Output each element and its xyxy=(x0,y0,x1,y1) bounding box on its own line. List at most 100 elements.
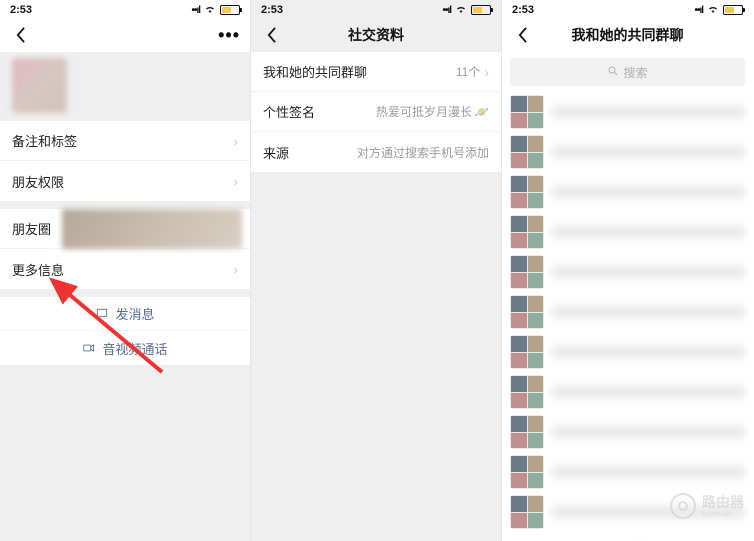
watermark-name: 路由器 xyxy=(702,495,744,509)
signal-icon: ••ıl xyxy=(694,5,703,16)
status-time: 2:53 xyxy=(512,4,534,16)
screen-profile: 2:53 ••ıl ••• 备注和标签 › 朋友权限 › 朋友圈 xyxy=(0,0,251,541)
group-name-blurred xyxy=(552,385,745,399)
group-name-blurred xyxy=(552,305,745,319)
cell-source: 来源 对方通过搜索手机号添加 xyxy=(251,132,501,172)
list-item[interactable] xyxy=(510,252,745,292)
cell-label: 朋友权限 xyxy=(12,172,64,191)
group-name-blurred xyxy=(552,425,745,439)
chat-bubble-icon xyxy=(95,307,109,321)
cell-group-moments: 朋友圈 › 更多信息 › xyxy=(0,209,250,289)
group-name-blurred xyxy=(552,105,745,119)
cell-value: 11个 xyxy=(456,63,480,80)
list-item[interactable] xyxy=(510,92,745,132)
signal-icon: ••ıl xyxy=(442,5,451,16)
cell-group-social: 我和她的共同群聊 11个 › 个性签名 热爱可抵岁月漫长 🪐 来源 对方通过搜索… xyxy=(251,52,501,172)
group-avatar xyxy=(510,255,544,289)
cell-value: 对方通过搜索手机号添加 xyxy=(357,144,489,161)
planet-icon: 🪐 xyxy=(474,105,489,119)
back-button[interactable] xyxy=(512,25,532,45)
group-avatar xyxy=(510,215,544,249)
group-avatar xyxy=(510,335,544,369)
video-call-button[interactable]: 音视频通话 xyxy=(0,331,250,365)
back-button[interactable] xyxy=(261,25,281,45)
group-avatar xyxy=(510,95,544,129)
group-name-blurred xyxy=(552,465,745,479)
group-name-blurred xyxy=(552,265,745,279)
group-name-blurred xyxy=(552,145,745,159)
list-item[interactable] xyxy=(510,332,745,372)
cell-label: 个性签名 xyxy=(263,102,315,121)
cell-signature[interactable]: 个性签名 热爱可抵岁月漫长 🪐 xyxy=(251,92,501,132)
group-avatar xyxy=(510,495,544,529)
group-avatar xyxy=(510,175,544,209)
chevron-right-icon: › xyxy=(233,261,238,277)
wifi-icon xyxy=(204,4,216,16)
group-avatar xyxy=(510,455,544,489)
cell-group-settings: 备注和标签 › 朋友权限 › xyxy=(0,121,250,201)
status-time: 2:53 xyxy=(261,4,283,16)
status-time: 2:53 xyxy=(10,4,32,16)
action-label: 音视频通话 xyxy=(102,339,167,358)
watermark: 路由器 luyouqi xyxy=(670,493,744,519)
group-avatar xyxy=(510,295,544,329)
video-icon xyxy=(82,341,96,355)
group-avatar xyxy=(510,415,544,449)
search-input[interactable]: 搜索 xyxy=(510,58,745,86)
battery-icon xyxy=(723,5,743,15)
chevron-right-icon: › xyxy=(484,64,489,80)
battery-icon xyxy=(220,5,240,15)
page-title: 社交资料 xyxy=(281,25,471,45)
group-name-blurred xyxy=(552,185,745,199)
action-group: 发消息 音视频通话 xyxy=(0,297,250,365)
chevron-right-icon: › xyxy=(233,133,238,149)
more-button[interactable]: ••• xyxy=(218,25,240,46)
list-item[interactable] xyxy=(510,452,745,492)
nav-bar: 我和她的共同群聊 xyxy=(502,18,753,52)
list-item[interactable] xyxy=(510,212,745,252)
cell-label: 来源 xyxy=(263,143,289,162)
watermark-sub: luyouqi xyxy=(702,509,744,518)
cell-more-info[interactable]: 更多信息 › xyxy=(0,249,250,289)
moments-thumbnail xyxy=(62,209,242,249)
group-count-footer: 11 个群聊 xyxy=(502,532,753,541)
screen-social-info: 2:53 ••ıl 社交资料 我和她的共同群聊 11个 › 个性签名 xyxy=(251,0,502,541)
wifi-icon xyxy=(707,4,719,16)
status-bar: 2:53 ••ıl xyxy=(0,0,250,18)
nav-bar: ••• xyxy=(0,18,250,52)
group-avatar xyxy=(510,375,544,409)
search-placeholder: 搜索 xyxy=(623,64,647,81)
nav-bar: 社交资料 xyxy=(251,18,501,52)
cell-label: 我和她的共同群聊 xyxy=(263,62,367,81)
search-icon xyxy=(607,65,619,80)
avatar[interactable] xyxy=(12,58,67,113)
wifi-icon xyxy=(455,4,467,16)
list-item[interactable] xyxy=(510,172,745,212)
list-item[interactable] xyxy=(510,292,745,332)
action-label: 发消息 xyxy=(115,304,154,323)
cell-common-groups[interactable]: 我和她的共同群聊 11个 › xyxy=(251,52,501,92)
send-message-button[interactable]: 发消息 xyxy=(0,297,250,331)
cell-label: 更多信息 xyxy=(12,260,64,279)
back-button[interactable] xyxy=(10,25,30,45)
status-bar: 2:53 ••ıl xyxy=(502,0,753,18)
screen-group-list: 2:53 ••ıl 我和她的共同群聊 搜索 11 个群聊 xyxy=(502,0,753,541)
status-bar: 2:53 ••ıl xyxy=(251,0,501,18)
list-item[interactable] xyxy=(510,132,745,172)
group-avatar xyxy=(510,135,544,169)
cell-label: 朋友圈 xyxy=(12,219,51,238)
page-title: 我和她的共同群聊 xyxy=(532,25,723,45)
router-icon xyxy=(670,493,696,519)
list-item[interactable] xyxy=(510,372,745,412)
group-list[interactable] xyxy=(502,92,753,532)
cell-remark-tags[interactable]: 备注和标签 › xyxy=(0,121,250,161)
group-name-blurred xyxy=(552,345,745,359)
group-name-blurred xyxy=(552,225,745,239)
list-item[interactable] xyxy=(510,412,745,452)
chevron-right-icon: › xyxy=(233,173,238,189)
signal-icon: ••ıl xyxy=(191,5,200,16)
cell-moments[interactable]: 朋友圈 › xyxy=(0,209,250,249)
cell-value: 热爱可抵岁月漫长 xyxy=(376,103,472,120)
cell-friend-privacy[interactable]: 朋友权限 › xyxy=(0,161,250,201)
battery-icon xyxy=(471,5,491,15)
